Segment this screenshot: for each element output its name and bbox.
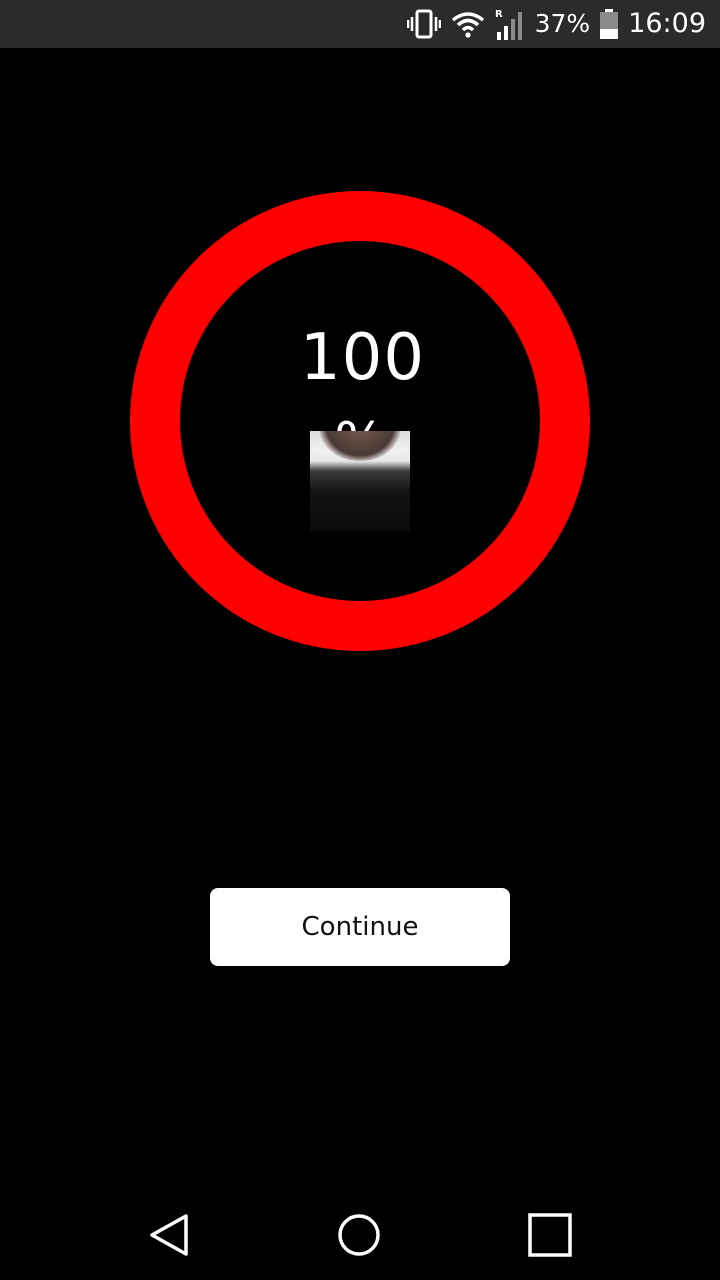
vibrate-icon — [406, 9, 441, 39]
camera-preview-thumbnail — [310, 431, 410, 531]
wifi-icon — [451, 10, 485, 38]
progress-readout: 100 % — [130, 191, 590, 651]
clock: 16:09 — [628, 8, 706, 39]
navigation-bar — [0, 1185, 720, 1280]
roaming-signal-icon: R — [495, 8, 525, 40]
status-bar: R 37% 16:09 — [0, 0, 720, 48]
battery-percent: 37% — [534, 9, 591, 38]
status-icons: R 37% 16:09 — [406, 0, 706, 48]
progress-value: 100 — [299, 321, 426, 395]
back-icon[interactable] — [146, 1211, 194, 1259]
home-icon[interactable] — [335, 1211, 383, 1259]
battery-icon — [600, 9, 619, 39]
roaming-indicator: R — [495, 9, 503, 20]
continue-button[interactable]: Continue — [210, 888, 510, 966]
camera-preview-shadow — [320, 431, 400, 461]
progress-ring: 100 % — [130, 191, 590, 651]
recents-icon[interactable] — [526, 1211, 574, 1259]
